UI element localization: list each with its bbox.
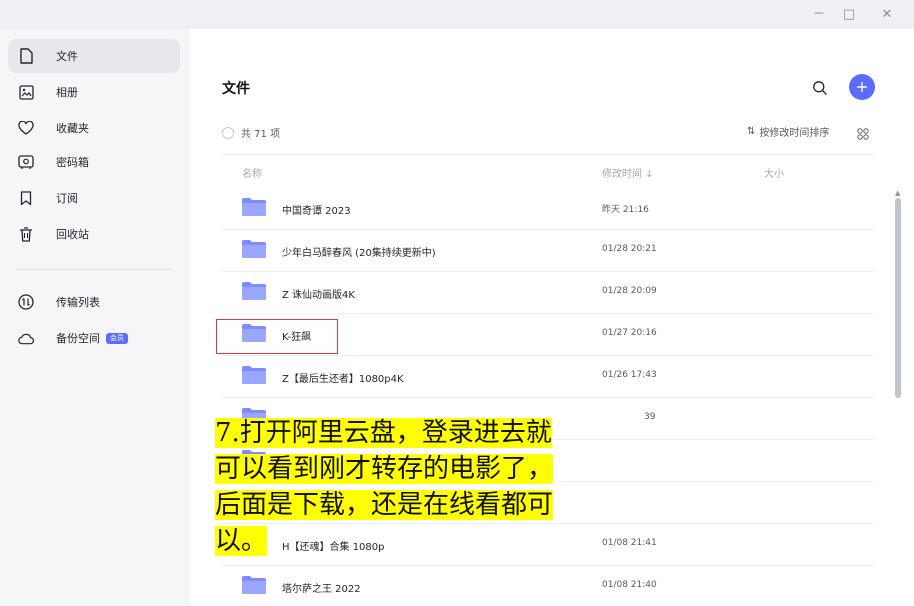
safe-box-icon [18, 154, 34, 170]
table-row[interactable]: Z 诛仙动画版4K 01/28 20:09 [222, 272, 874, 314]
sidebar-divider [16, 269, 172, 270]
transfer-icon [18, 294, 34, 310]
caption-line: 可以看到刚才转存的电影了， [215, 453, 647, 489]
photo-album-icon [18, 84, 34, 100]
grid-view-icon [857, 128, 869, 140]
select-all-checkbox[interactable] [222, 127, 234, 139]
modified-time: 01/28 20:09 [602, 286, 657, 296]
add-button[interactable] [849, 74, 875, 100]
annotation-highlight-box [216, 319, 338, 354]
folder-icon [242, 576, 266, 594]
file-name[interactable]: Z 诛仙动画版4K [282, 286, 355, 301]
minimize-button[interactable]: － [808, 6, 830, 24]
sidebar-item-label: 相册 [56, 86, 78, 99]
file-name[interactable]: 少年白马醉春风 (20集持续更新中) [282, 244, 436, 259]
title-bar: － □ ✕ [0, 0, 914, 29]
plus-icon [857, 82, 867, 92]
table-row[interactable]: Z【最后生还者】1080p4K 01/26 17:43 [222, 356, 874, 398]
member-badge: 会员 [106, 332, 128, 344]
sidebar-item-label: 收藏夹 [56, 122, 89, 135]
scrollbar[interactable] [895, 198, 901, 398]
modified-time: 01/08 21:40 [602, 580, 657, 590]
sidebar-item-trash[interactable]: 回收站 [8, 217, 180, 251]
trash-icon [18, 226, 34, 242]
modified-time: 01/26 17:43 [602, 370, 657, 380]
sort-icon: ⇅ [747, 126, 756, 137]
caption-text: 可以看到刚才转存的电影了， [215, 454, 554, 484]
bookmark-icon [18, 190, 34, 206]
sidebar-item-transfer-list[interactable]: 传输列表 [8, 285, 180, 319]
caption-line: 以。 [215, 525, 647, 561]
sidebar-item-label: 回收站 [56, 228, 89, 241]
maximize-button[interactable]: □ [838, 6, 860, 24]
folder-icon [242, 240, 266, 258]
toolbar-divider [222, 154, 874, 155]
caption-text: 后面是下载，还是在线看都可 [215, 490, 554, 520]
folder-icon [242, 282, 266, 300]
sidebar-item-subscriptions[interactable]: 订阅 [8, 181, 180, 215]
sidebar-item-safe-box[interactable]: 密码箱 [8, 145, 180, 179]
search-button[interactable] [810, 78, 830, 98]
sidebar-item-favorites[interactable]: 收藏夹 [8, 111, 180, 145]
folder-icon [242, 366, 266, 384]
close-button[interactable]: ✕ [876, 6, 898, 24]
sort-button[interactable]: ⇅ 按修改时间排序 [747, 124, 829, 139]
grid-view-button[interactable] [857, 125, 869, 140]
sidebar-item-label: 密码箱 [56, 156, 89, 169]
column-header-name[interactable]: 名称 [242, 165, 262, 180]
modified-time: 01/27 20:16 [602, 328, 657, 338]
table-row[interactable]: 塔尔萨之王 2022 01/08 21:40 [222, 566, 874, 606]
sidebar-item-album[interactable]: 相册 [8, 75, 180, 109]
table-row[interactable]: 少年白马醉春风 (20集持续更新中) 01/28 20:21 [222, 230, 874, 272]
caption-text: 以。 [215, 526, 268, 556]
file-icon [18, 48, 34, 64]
sidebar-item-backup-space[interactable]: 备份空间 会员 [8, 321, 180, 355]
caption-line: 7.打开阿里云盘，登录进去就 [215, 417, 647, 453]
sort-label: 按修改时间排序 [759, 128, 830, 139]
modified-time: 昨天 21:16 [602, 205, 649, 215]
sidebar-item-label: 备份空间 [56, 332, 100, 345]
caption-text: 7.打开阿里云盘，登录进去就 [215, 418, 552, 448]
tutorial-caption: 7.打开阿里云盘，登录进去就 可以看到刚才转存的电影了， 后面是下载，还是在线看… [215, 417, 647, 561]
modified-time: 01/28 20:21 [602, 244, 657, 254]
sidebar: 文件 相册 收藏夹 密码箱 订阅 回收站 传输列表 备份空间 会员 [0, 29, 190, 606]
sidebar-item-label: 传输列表 [56, 296, 100, 309]
caption-line: 后面是下载，还是在线看都可 [215, 489, 647, 525]
column-header-modified[interactable]: 修改时间 ↓ [602, 165, 654, 180]
cloud-icon [18, 330, 34, 346]
file-name[interactable]: 塔尔萨之王 2022 [282, 580, 361, 595]
column-header-size[interactable]: 大小 [764, 165, 784, 180]
item-count: 共 71 项 [241, 129, 281, 140]
heart-icon [18, 120, 34, 136]
sidebar-item-label: 订阅 [56, 192, 78, 205]
page-title: 文件 [222, 81, 250, 97]
file-name[interactable]: Z【最后生还者】1080p4K [282, 370, 404, 385]
sidebar-item-files[interactable]: 文件 [8, 39, 180, 73]
search-icon [813, 81, 827, 95]
file-name[interactable]: 中国奇谭 2023 [282, 202, 351, 217]
table-row[interactable]: 中国奇谭 2023 昨天 21:16 [222, 188, 874, 230]
scroll-up-arrow-icon[interactable]: ▲ [895, 189, 900, 197]
folder-icon [242, 198, 266, 216]
sidebar-item-label: 文件 [56, 50, 78, 63]
